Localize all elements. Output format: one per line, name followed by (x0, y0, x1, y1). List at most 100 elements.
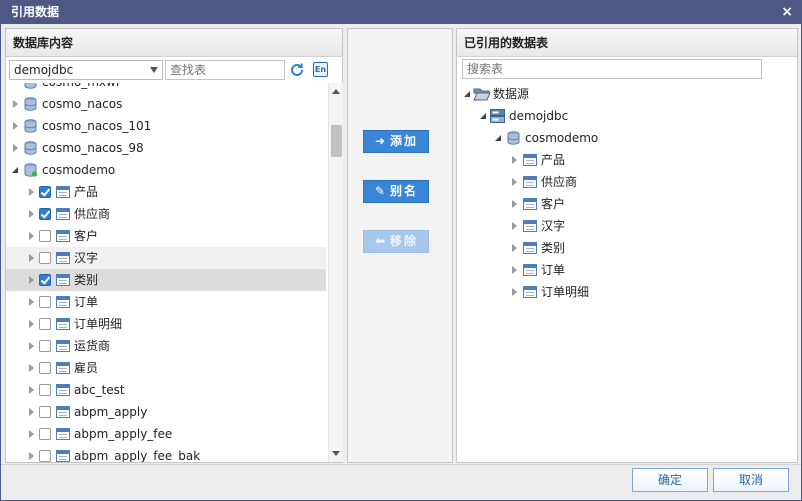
expand-arrow-icon[interactable] (29, 364, 34, 372)
table-label: 订单明细 (74, 317, 123, 331)
table-row[interactable]: abc_test (6, 379, 326, 401)
expand-arrow-icon[interactable] (29, 320, 34, 328)
table-row[interactable]: 运货商 (6, 335, 326, 357)
expand-arrow-icon[interactable] (29, 210, 34, 218)
collapse-arrow-icon[interactable] (495, 135, 501, 141)
database-icon (24, 119, 37, 133)
alias-button[interactable]: ✎ 别名 (363, 180, 429, 203)
table-label: 产品 (74, 185, 99, 199)
dialog-title: 引用数据 (11, 5, 60, 19)
tree-row-database-expanded[interactable]: cosmodemo (6, 159, 326, 181)
database-select[interactable]: demojdbc (9, 60, 163, 80)
table-icon (523, 198, 537, 210)
table-row[interactable]: 产品 (457, 149, 787, 171)
table-checkbox[interactable] (39, 186, 51, 198)
chevron-down-icon[interactable] (150, 67, 158, 73)
ok-button[interactable]: 确定 (632, 468, 708, 492)
table-row[interactable]: abpm_apply (6, 401, 326, 423)
expand-arrow-icon[interactable] (29, 342, 34, 350)
table-row[interactable]: 汉字 (457, 215, 787, 237)
expand-arrow-icon[interactable] (29, 232, 34, 240)
expand-arrow-icon[interactable] (13, 144, 18, 152)
table-row[interactable]: 订单 (457, 259, 787, 281)
tree-row-datasource[interactable]: demojdbc (457, 105, 787, 127)
table-checkbox[interactable] (39, 450, 51, 462)
collapse-arrow-icon[interactable] (464, 91, 470, 97)
table-icon (523, 176, 537, 188)
expand-arrow-icon[interactable] (29, 188, 34, 196)
tree-row-database-expanded[interactable]: cosmodemo (457, 127, 787, 149)
table-row[interactable]: 订单明细 (457, 281, 787, 303)
find-table-input[interactable] (165, 60, 285, 80)
tree-row-database[interactable]: cosmo_nacos_98 (6, 137, 326, 159)
table-checkbox[interactable] (39, 362, 51, 374)
table-row[interactable]: 订单明细 (6, 313, 326, 335)
expand-arrow-icon[interactable] (512, 178, 517, 186)
table-row[interactable]: 雇员 (6, 357, 326, 379)
table-icon (56, 428, 70, 440)
table-row[interactable]: 供应商 (6, 203, 326, 225)
tree-row-label: cosmodemo (525, 131, 599, 145)
table-checkbox[interactable] (39, 318, 51, 330)
scroll-up-icon[interactable] (332, 89, 340, 94)
table-row[interactable]: 汉字 (6, 247, 326, 269)
tree-row-partial[interactable]: cosmo_mxwl (6, 83, 326, 93)
tree-scrollbar[interactable] (328, 83, 343, 462)
scroll-down-icon[interactable] (332, 451, 340, 456)
expand-arrow-icon[interactable] (29, 254, 34, 262)
table-row[interactable]: 客户 (6, 225, 326, 247)
search-table-input[interactable] (462, 59, 762, 79)
table-label: 类别 (541, 241, 566, 255)
collapse-arrow-icon[interactable] (12, 167, 18, 173)
table-checkbox[interactable] (39, 428, 51, 440)
expand-arrow-icon[interactable] (29, 408, 34, 416)
expand-arrow-icon[interactable] (512, 266, 517, 274)
expand-arrow-icon[interactable] (512, 156, 517, 164)
table-row[interactable]: 产品 (6, 181, 326, 203)
close-icon[interactable]: × (781, 1, 793, 24)
table-row[interactable]: abpm_apply_fee (6, 423, 326, 445)
tree-row-database[interactable]: cosmo_nacos (6, 93, 326, 115)
table-icon (56, 186, 70, 198)
expand-arrow-icon[interactable] (29, 430, 34, 438)
table-row[interactable]: 类别 (6, 269, 326, 291)
dialog-titlebar: 引用数据 × (1, 1, 801, 24)
expand-arrow-icon[interactable] (13, 100, 18, 108)
expand-arrow-icon[interactable] (29, 452, 34, 460)
table-checkbox[interactable] (39, 340, 51, 352)
expand-arrow-icon[interactable] (512, 288, 517, 296)
collapse-arrow-icon[interactable] (480, 113, 486, 119)
tree-row-root[interactable]: 数据源 (457, 83, 787, 105)
expand-arrow-icon[interactable] (13, 122, 18, 130)
table-checkbox[interactable] (39, 406, 51, 418)
table-checkbox[interactable] (39, 252, 51, 264)
table-label: 汉字 (74, 251, 99, 265)
english-toggle-icon[interactable]: En (313, 62, 328, 77)
expand-arrow-icon[interactable] (29, 276, 34, 284)
expand-arrow-icon[interactable] (512, 200, 517, 208)
reference-data-dialog: 引用数据 × 数据库内容 demojdbc En (0, 0, 802, 501)
expand-arrow-icon[interactable] (512, 222, 517, 230)
tree-row-database[interactable]: cosmo_nacos_101 (6, 115, 326, 137)
remove-button[interactable]: ⬅ 移除 (363, 230, 429, 253)
table-checkbox[interactable] (39, 230, 51, 242)
table-row[interactable]: 客户 (457, 193, 787, 215)
table-row[interactable]: 类别 (457, 237, 787, 259)
database-icon (24, 97, 37, 111)
expand-arrow-icon[interactable] (512, 244, 517, 252)
table-row[interactable]: 供应商 (457, 171, 787, 193)
refresh-icon[interactable] (289, 62, 305, 78)
table-row[interactable]: abpm_apply_fee_bak (6, 445, 326, 462)
scroll-thumb[interactable] (331, 125, 342, 157)
database-tree: cosmo_mxwl cosmo_nacos (6, 83, 326, 462)
table-checkbox[interactable] (39, 208, 51, 220)
expand-arrow-icon[interactable] (29, 386, 34, 394)
table-row[interactable]: 订单 (6, 291, 326, 313)
add-button[interactable]: ➜ 添加 (363, 130, 429, 153)
table-checkbox[interactable] (39, 274, 51, 286)
expand-arrow-icon[interactable] (29, 298, 34, 306)
cancel-button[interactable]: 取消 (713, 468, 789, 492)
table-checkbox[interactable] (39, 296, 51, 308)
table-icon (523, 220, 537, 232)
table-checkbox[interactable] (39, 384, 51, 396)
